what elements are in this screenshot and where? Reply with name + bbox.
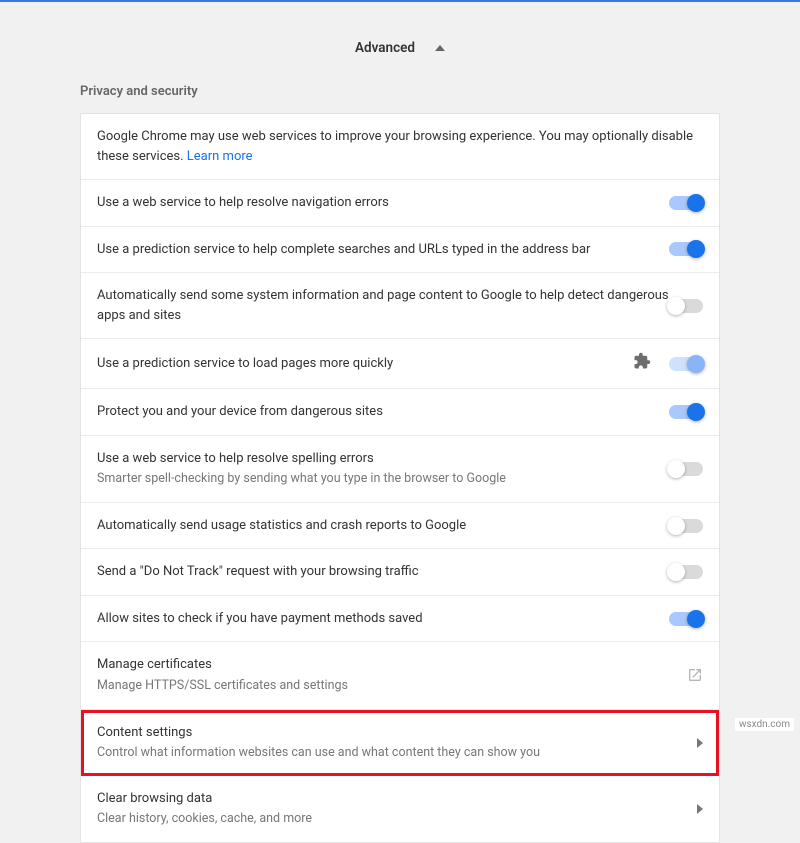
toggle-send-system[interactable] [669,299,703,313]
row-label: Automatically send usage statistics and … [97,516,669,536]
row-prediction-search[interactable]: Use a prediction service to help complet… [81,227,719,274]
row-dnt[interactable]: Send a "Do Not Track" request with your … [81,549,719,596]
privacy-settings-list: Google Chrome may use web services to im… [80,113,720,843]
row-label: Manage certificates [97,655,687,675]
row-label: Clear browsing data [97,789,697,809]
chevron-up-icon [435,45,445,51]
section-title-privacy: Privacy and security [0,84,800,113]
toggle-dnt[interactable] [669,565,703,579]
intro-row: Google Chrome may use web services to im… [81,114,719,180]
toggle-protect[interactable] [669,405,703,419]
learn-more-link[interactable]: Learn more [187,149,253,164]
row-spelling[interactable]: Use a web service to help resolve spelli… [81,436,719,503]
row-usage-stats[interactable]: Automatically send usage statistics and … [81,503,719,550]
row-label: Automatically send some system informati… [97,286,669,325]
advanced-label: Advanced [355,40,415,56]
row-label: Content settings [97,723,697,743]
watermark: wsxdn.com [735,718,794,731]
row-content-settings[interactable]: Content settings Control what informatio… [81,710,719,776]
row-clear-browsing-data[interactable]: Clear browsing data Clear history, cooki… [81,776,719,842]
intro-text: Google Chrome may use web services to im… [97,127,703,166]
row-protect[interactable]: Protect you and your device from dangero… [81,389,719,436]
chevron-right-icon [697,804,703,814]
row-prediction-load[interactable]: Use a prediction service to load pages m… [81,339,719,389]
row-label: Use a prediction service to help complet… [97,240,669,260]
row-label: Allow sites to check if you have payment… [97,609,669,629]
row-label: Protect you and your device from dangero… [97,402,669,422]
chevron-right-icon [697,738,703,748]
row-text: Clear browsing data Clear history, cooki… [97,789,697,829]
row-sublabel: Manage HTTPS/SSL certificates and settin… [97,677,687,696]
advanced-section-toggle[interactable]: Advanced [0,2,800,84]
row-sublabel: Clear history, cookies, cache, and more [97,810,697,829]
row-text: Content settings Control what informatio… [97,723,697,763]
toggle-spelling[interactable] [669,462,703,476]
row-nav-errors[interactable]: Use a web service to help resolve naviga… [81,180,719,227]
row-text: Manage certificates Manage HTTPS/SSL cer… [97,655,687,695]
toggle-nav-errors[interactable] [669,196,703,210]
toggle-payment[interactable] [669,612,703,626]
row-label: Send a "Do Not Track" request with your … [97,562,669,582]
row-manage-certificates[interactable]: Manage certificates Manage HTTPS/SSL cer… [81,642,719,709]
row-text: Use a web service to help resolve spelli… [97,449,669,489]
row-label: Use a web service to help resolve spelli… [97,449,669,469]
row-payment[interactable]: Allow sites to check if you have payment… [81,596,719,643]
toggle-prediction-search[interactable] [669,242,703,256]
row-label: Use a prediction service to load pages m… [97,354,633,374]
toggle-usage-stats[interactable] [669,519,703,533]
toggle-prediction-load[interactable] [669,357,703,371]
open-external-icon [687,667,703,683]
row-label: Use a web service to help resolve naviga… [97,193,669,213]
settings-content: Advanced Privacy and security Google Chr… [0,2,800,843]
row-sublabel: Smarter spell-checking by sending what y… [97,470,669,489]
row-send-system[interactable]: Automatically send some system informati… [81,273,719,339]
extension-icon [633,352,651,375]
row-sublabel: Control what information websites can us… [97,744,697,763]
